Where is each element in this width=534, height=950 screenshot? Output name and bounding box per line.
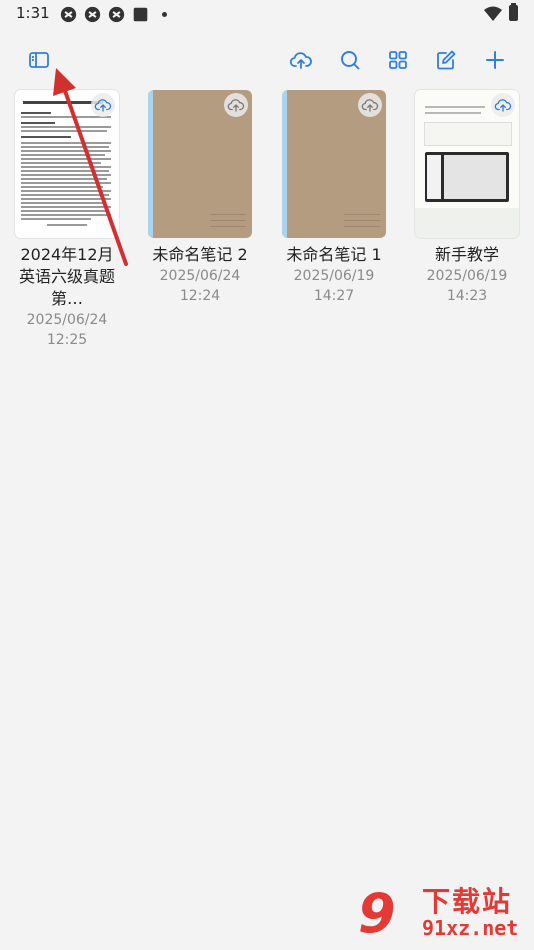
doc-text-line	[21, 194, 109, 196]
toolbar	[0, 40, 534, 80]
battery-icon	[509, 3, 518, 21]
doc-text-line	[21, 146, 109, 148]
cover-footer	[415, 208, 519, 238]
doc-text-line	[21, 130, 107, 132]
notification-dot	[162, 12, 167, 17]
doc-text-line	[21, 150, 111, 152]
doc-text-line	[21, 170, 109, 172]
cover-spine	[148, 90, 153, 238]
doc-text-line	[21, 116, 111, 118]
note-cover-kraft[interactable]	[148, 90, 252, 238]
cloud-status-badge	[91, 93, 115, 117]
doc-text-line	[21, 202, 105, 204]
watermark-title: 下载站	[422, 885, 513, 918]
note-card[interactable]: 未命名笔记 1 2025/06/19 14:27	[282, 90, 386, 306]
note-date: 2025/06/24	[159, 268, 241, 284]
doc-text-line	[21, 126, 111, 128]
search-icon	[341, 51, 360, 70]
doc-text-line	[21, 190, 111, 192]
doc-text-line	[21, 158, 111, 160]
doc-text-line	[21, 142, 111, 144]
app-icon	[84, 6, 101, 23]
status-bar: 1:31	[0, 0, 534, 30]
cover-line	[210, 220, 246, 221]
note-date: 2025/06/19	[293, 268, 375, 284]
cloud-status-badge	[358, 93, 382, 117]
cloud-upload-icon	[494, 99, 512, 112]
sidebar-toggle-button[interactable]	[19, 40, 59, 80]
status-time: 1:31	[16, 4, 50, 22]
note-time: 14:27	[313, 288, 355, 304]
cloud-status-badge	[491, 93, 515, 117]
cover-line	[344, 226, 380, 227]
doc-text-line	[47, 224, 87, 226]
gallery-icon	[133, 7, 148, 22]
edit-button[interactable]	[426, 40, 466, 80]
note-card[interactable]: 新手教学 2025/06/19 14:23	[415, 90, 519, 306]
cloud-status-badge	[224, 93, 248, 117]
note-cover-document[interactable]	[15, 90, 119, 238]
add-button[interactable]	[475, 40, 515, 80]
doc-text-line	[21, 210, 107, 212]
cover-line	[210, 226, 246, 227]
cloud-upload-icon	[289, 52, 312, 69]
app-icon	[60, 6, 77, 23]
note-time: 12:24	[179, 288, 221, 304]
cover-spine	[282, 90, 287, 238]
doc-text-line	[21, 166, 111, 168]
note-title: 2024年12月英语六级真题第…	[18, 245, 115, 308]
screenshot-pane	[444, 155, 506, 199]
watermark: 9 下载站 91xz.net	[358, 880, 528, 945]
doc-text-line	[21, 182, 111, 184]
cover-line	[210, 214, 246, 215]
doc-text-line	[21, 162, 101, 164]
doc-text-line	[21, 136, 71, 138]
note-cover-tutorial[interactable]	[415, 90, 519, 238]
cloud-upload-icon	[227, 99, 245, 112]
doc-text-line	[21, 112, 51, 114]
doc-text-line	[21, 218, 91, 220]
doc-text-line	[21, 198, 111, 200]
doc-text-line	[21, 122, 55, 124]
cloud-upload-icon	[94, 99, 112, 112]
cover-text-box	[424, 122, 512, 146]
doc-text-line	[21, 178, 107, 180]
note-date: 2025/06/19	[426, 268, 508, 284]
add-icon	[486, 51, 504, 69]
note-card[interactable]: 未命名笔记 2 2025/06/24 12:24	[148, 90, 252, 306]
note-date: 2025/06/24	[26, 312, 108, 328]
note-title: 未命名笔记 2	[152, 245, 248, 264]
doc-text-line	[21, 206, 111, 208]
doc-text-line	[21, 154, 105, 156]
cover-line	[344, 220, 380, 221]
sidebar-toggle-icon	[29, 52, 49, 68]
note-time: 14:23	[446, 288, 488, 304]
cover-text-line	[425, 112, 481, 114]
note-card[interactable]: 2024年12月英语六级真题第… 2025/06/24 12:25	[15, 90, 119, 350]
grid-view-button[interactable]	[378, 40, 418, 80]
note-title: 新手教学	[434, 245, 499, 264]
watermark-logo: 9	[358, 882, 396, 945]
note-title: 未命名笔记 1	[286, 245, 382, 264]
doc-text-line	[21, 174, 111, 176]
doc-text-line	[21, 186, 103, 188]
cover-screenshot	[425, 152, 509, 202]
wifi-icon	[484, 6, 502, 21]
screenshot-pane	[427, 155, 441, 199]
grid-view-icon	[389, 51, 407, 69]
cover-line	[344, 214, 380, 215]
doc-text-line	[21, 214, 111, 216]
note-cover-kraft[interactable]	[282, 90, 386, 238]
cover-text-line	[425, 106, 485, 108]
cloud-sync-button[interactable]	[281, 40, 321, 80]
cloud-upload-icon	[361, 99, 379, 112]
edit-icon	[437, 50, 456, 70]
app-icon	[108, 6, 125, 23]
search-button[interactable]	[330, 40, 370, 80]
watermark-url: 91xz.net	[422, 916, 519, 940]
note-time: 12:25	[46, 332, 88, 348]
